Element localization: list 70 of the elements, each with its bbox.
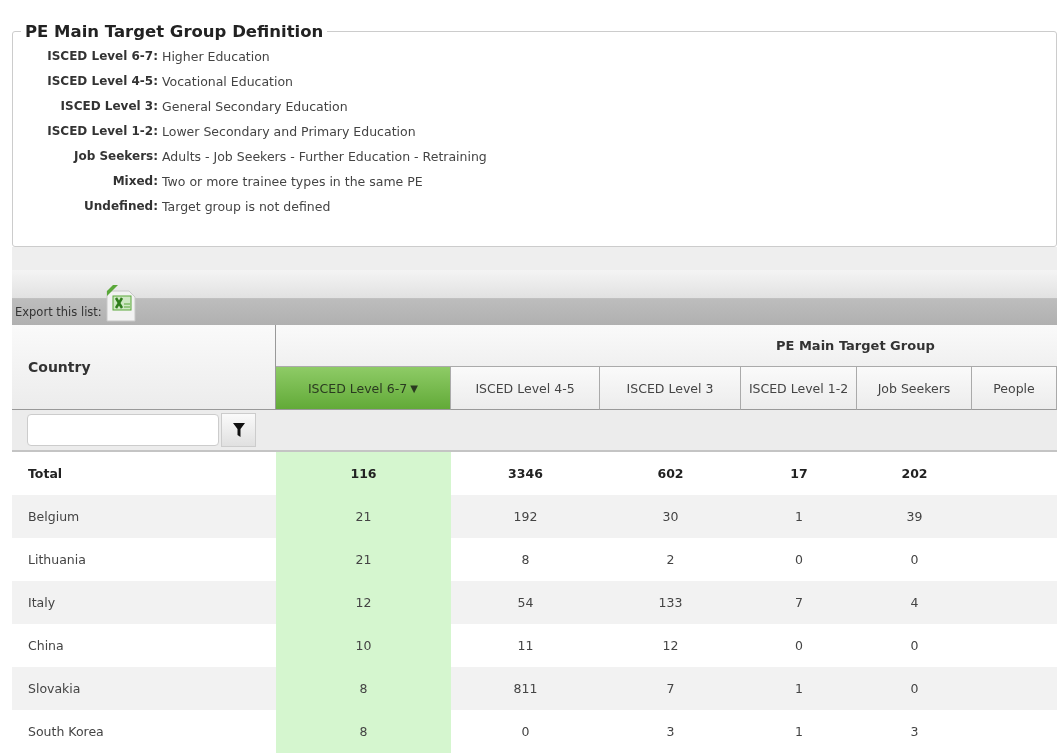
filter-button[interactable] [221, 413, 256, 447]
definition-text: Higher Education [162, 49, 271, 64]
definition-term: Undefined: [83, 199, 158, 214]
definition-term: ISCED Level 4-5: [46, 74, 158, 89]
definition-text: Lower Secondary and Primary Education [162, 124, 417, 139]
table-cell: Belgium [12, 495, 276, 538]
table-cell-text: 0 [909, 637, 920, 655]
table-cell: 39 [857, 495, 972, 538]
table-cell: 7 [600, 667, 741, 710]
table-cell-text: 11 [516, 637, 535, 655]
table-cell: 7 [741, 581, 857, 624]
column-header[interactable]: ISCED Level 6-7 ▼ [276, 367, 451, 410]
table-cell: 8 [276, 710, 451, 753]
definition-term: Mixed: [111, 174, 158, 189]
table-cell-text: 1 [794, 723, 804, 741]
table-cell: 30 [600, 495, 741, 538]
column-header[interactable]: ISCED Level 1-2 [741, 367, 857, 410]
table-cell: 10 [276, 624, 451, 667]
column-header[interactable]: ISCED Level 4-5 [451, 367, 600, 410]
table-cell-text: South Korea [27, 723, 105, 741]
table-cell: 1 [741, 667, 857, 710]
table-cell-text: 202 [900, 465, 929, 483]
table-cell: 54 [451, 581, 600, 624]
column-header[interactable]: People [972, 367, 1057, 410]
table-cell: 8 [276, 667, 451, 710]
table-cell-text: 2 [665, 551, 676, 569]
spreadsheet-file-icon[interactable] [103, 285, 138, 323]
table-cell: 116 [276, 452, 451, 495]
table-cell-text: 0 [794, 637, 804, 655]
table-cell: 12 [276, 581, 451, 624]
column-header[interactable]: Country [12, 325, 276, 410]
definition-text: Target group is not defined [162, 199, 332, 214]
table-cell: 21 [276, 495, 451, 538]
table-cell: 811 [451, 667, 600, 710]
table-cell-text: China [27, 637, 65, 655]
group-header: PE Main Target Group [776, 338, 935, 353]
table-cell: Slovakia [12, 667, 276, 710]
table-cell-text: 8 [520, 551, 531, 569]
definition-term: Job Seekers: [72, 149, 158, 164]
table-cell-text: 3 [665, 723, 676, 741]
table-cell-text: 3 [909, 723, 920, 741]
table-cell: 192 [451, 495, 600, 538]
filter-icon [232, 423, 245, 437]
definition-text: General Secondary Education [162, 99, 349, 114]
filter-field[interactable] [27, 414, 219, 446]
table-cell: 1 [741, 495, 857, 538]
definition-term: ISCED Level 3: [59, 99, 158, 114]
table-cell: 0 [857, 667, 972, 710]
table-cell: 4 [857, 581, 972, 624]
table-cell-text: 12 [661, 637, 680, 655]
definition-term: ISCED Level 6-7: [46, 49, 158, 64]
table-cell-text: 0 [520, 723, 531, 741]
table-cell: Italy [12, 581, 276, 624]
table-cell-text: 0 [794, 551, 804, 569]
table-cell: 133 [600, 581, 741, 624]
table-cell-text: Lithuania [27, 551, 87, 569]
definition-text: Vocational Education [162, 74, 295, 89]
definition-text: Two or more trainee types in the same PE [162, 174, 424, 189]
table-cell-text: 602 [656, 465, 685, 483]
panel-title: PE Main Target Group Definition [24, 22, 325, 41]
table-cell-text: Total [27, 465, 64, 483]
table-cell-text: 17 [789, 465, 809, 483]
table-cell-text: 0 [909, 551, 920, 569]
definition-term: ISCED Level 1-2: [46, 124, 158, 139]
export-label: Export this list: [15, 305, 102, 319]
table-cell-text: 3346 [507, 465, 544, 483]
column-header[interactable]: ISCED Level 3 [600, 367, 741, 410]
column-header[interactable]: Job Seekers [857, 367, 972, 410]
definition-text: Adults - Job Seekers - Further Education - Retraining [162, 149, 488, 164]
table-cell: 21 [276, 538, 451, 581]
